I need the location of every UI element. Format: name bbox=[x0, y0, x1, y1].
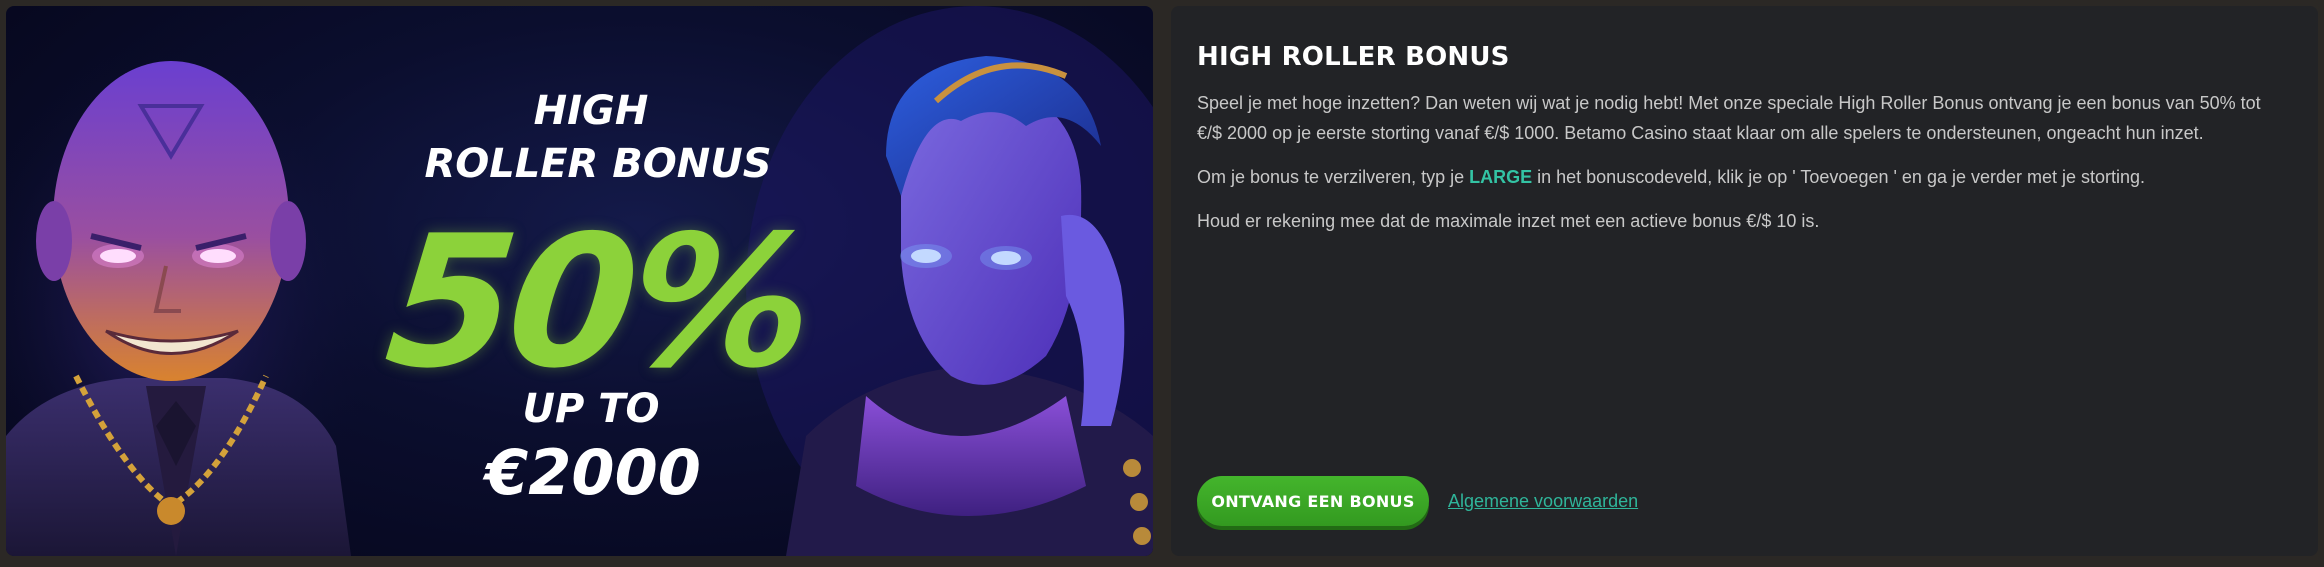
bonus-code-instructions-start: Om je bonus te verzilveren, typ je bbox=[1197, 167, 1470, 187]
terms-and-conditions-link[interactable]: Algemene voorwaarden bbox=[1448, 491, 1638, 512]
bonus-code-instructions: Om je bonus te verzilveren, typ je LARGE… bbox=[1197, 162, 2287, 192]
bonus-code: LARGE bbox=[1469, 167, 1533, 187]
claim-bonus-button[interactable]: ONTVANG EEN BONUS bbox=[1197, 476, 1429, 526]
promo-banner-image: HIGH ROLLER BONUS 50% UP TO €2000 bbox=[6, 6, 1153, 556]
bonus-description: Speel je met hoge inzetten? Dan weten wi… bbox=[1197, 93, 2261, 143]
bonus-title: HIGH ROLLER BONUS bbox=[1197, 42, 1510, 72]
max-bet-notice: Houd er rekening mee dat de maximale inz… bbox=[1197, 211, 1820, 231]
bonus-code-instructions-end: in het bonuscodeveld, klik je op ' Toevo… bbox=[1532, 167, 2146, 187]
promo-card: HIGH ROLLER BONUS 50% UP TO €2000 HIGH R… bbox=[0, 0, 2324, 567]
bonus-details-panel: HIGH ROLLER BONUS Speel je met hoge inze… bbox=[1171, 6, 2318, 556]
